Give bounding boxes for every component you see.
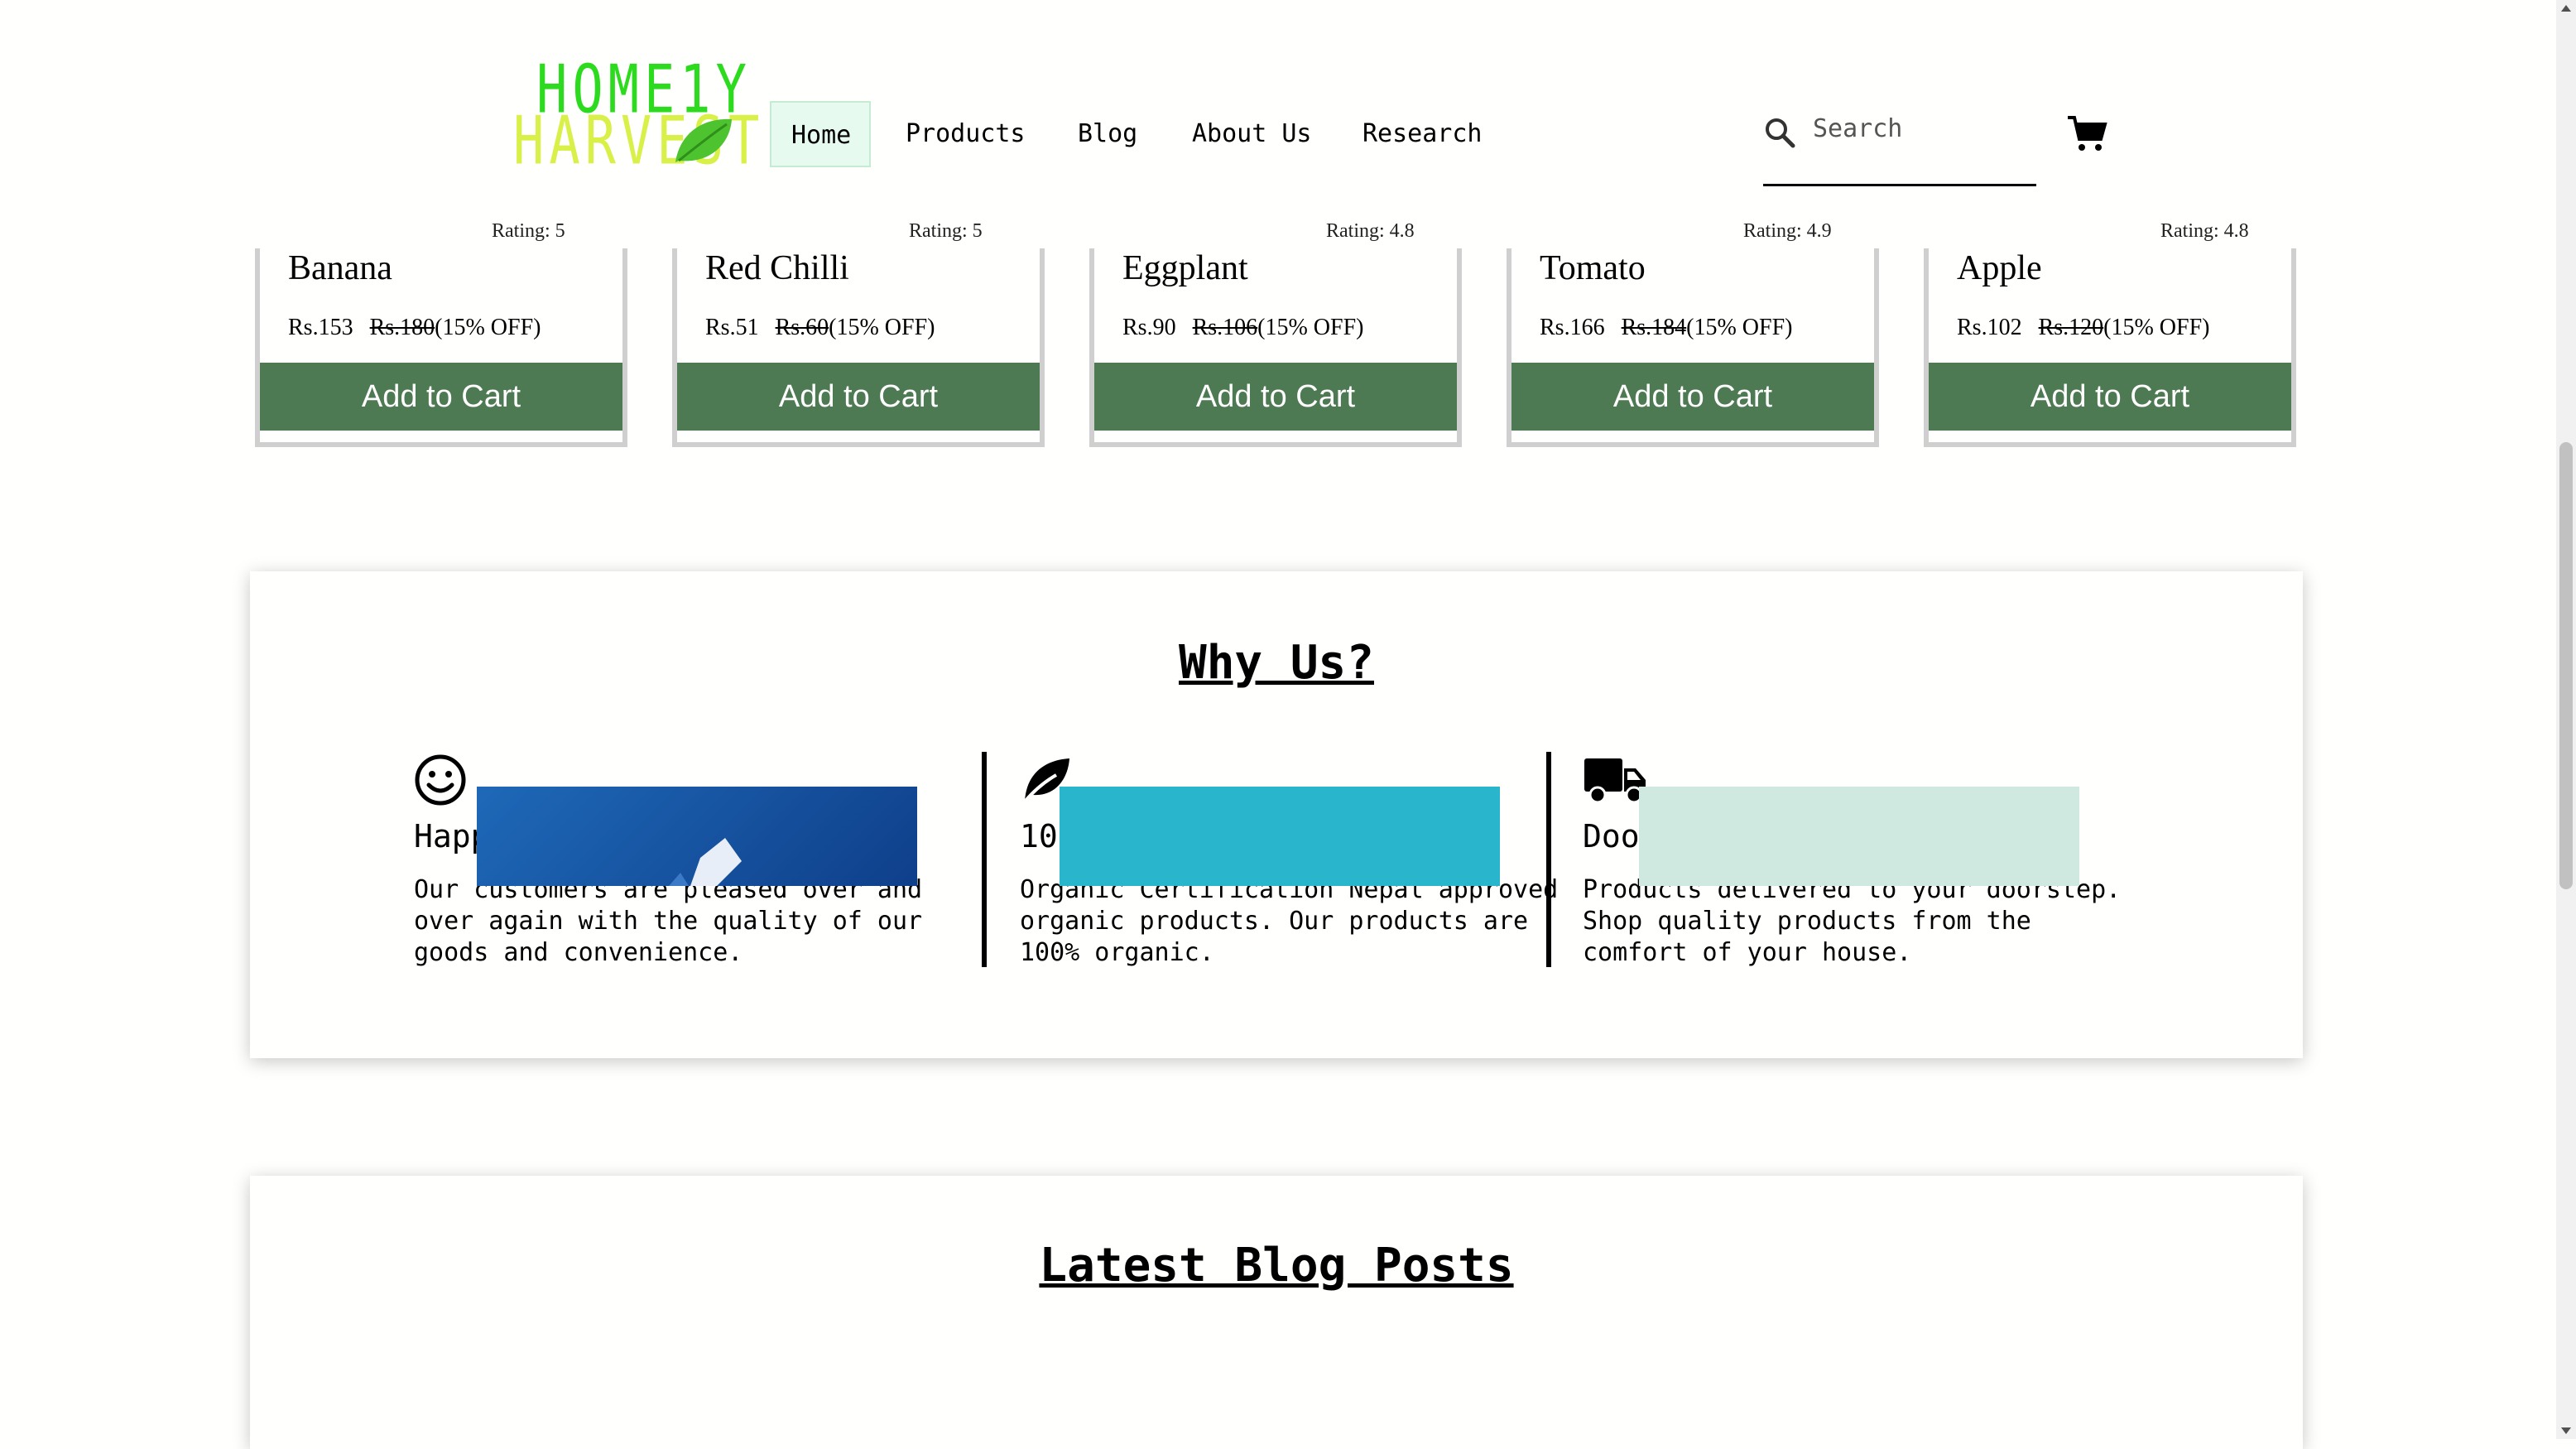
product-name: Banana bbox=[288, 249, 392, 287]
page-scrollbar[interactable] bbox=[2556, 0, 2576, 1439]
product-card[interactable]: Eggplant Rs.90 Rs.106(15% OFF) Add to Car… bbox=[1089, 248, 1462, 447]
old-price: Rs.184 bbox=[1621, 315, 1687, 340]
discount-label: (15% OFF) bbox=[829, 315, 935, 340]
blog-post-image[interactable] bbox=[477, 787, 917, 886]
feature-description: Our customers are pleased over and over … bbox=[414, 875, 923, 967]
product-price: Rs.90 Rs.106(15% OFF) bbox=[1122, 315, 1364, 341]
add-to-cart-button[interactable]: Add to Cart bbox=[260, 363, 622, 431]
add-to-cart-button[interactable]: Add to Cart bbox=[1094, 363, 1457, 431]
feature-divider bbox=[1546, 752, 1551, 967]
site-header: HOME1Y HARVEST Home Products Blog About … bbox=[0, 0, 2556, 199]
product-card[interactable]: Tomato Rs.166 Rs.184(15% OFF) Add to Cart bbox=[1507, 248, 1879, 447]
current-price: Rs.90 bbox=[1122, 315, 1176, 340]
scroll-down-arrow-icon[interactable] bbox=[2561, 1427, 2571, 1434]
product-name: Red Chilli bbox=[705, 249, 849, 287]
feature-divider bbox=[982, 752, 987, 967]
old-price: Rs.60 bbox=[775, 315, 829, 340]
nav-products[interactable]: Products bbox=[906, 101, 1026, 167]
feature-happy-customers: Happy Customers Our customers are please… bbox=[414, 753, 922, 967]
product-rating: Rating: 5 bbox=[909, 220, 983, 242]
current-price: Rs.51 bbox=[705, 315, 759, 340]
current-price: Rs.102 bbox=[1957, 315, 2022, 340]
blog-post-image[interactable] bbox=[1060, 787, 1500, 886]
current-price: Rs.153 bbox=[288, 315, 353, 340]
nav-about-us[interactable]: About Us bbox=[1192, 101, 1312, 167]
leaf-logo-icon bbox=[675, 118, 732, 162]
add-to-cart-button[interactable]: Add to Cart bbox=[677, 363, 1040, 431]
old-price: Rs.180 bbox=[369, 315, 435, 340]
blog-graphic-icon bbox=[669, 838, 742, 886]
discount-label: (15% OFF) bbox=[2103, 315, 2210, 340]
scroll-up-arrow-icon[interactable] bbox=[2561, 5, 2571, 12]
old-price: Rs.106 bbox=[1192, 315, 1258, 340]
product-rating: Rating: 4.8 bbox=[1326, 220, 1415, 242]
product-card[interactable]: Banana Rs.153 Rs.180(15% OFF) Add to Cart bbox=[255, 248, 627, 447]
feature-description: Products delivered to your doorstep. Sho… bbox=[1583, 875, 2122, 967]
why-us-title: Why Us? bbox=[1178, 636, 1374, 690]
scrollbar-thumb[interactable] bbox=[2559, 442, 2573, 889]
product-price: Rs.102 Rs.120(15% OFF) bbox=[1957, 315, 2210, 341]
product-card[interactable]: Red Chilli Rs.51 Rs.60(15% OFF) Add to Ca… bbox=[672, 248, 1045, 447]
blog-title: Latest Blog Posts bbox=[1039, 1239, 1514, 1293]
product-name: Eggplant bbox=[1122, 249, 1248, 287]
nav-home[interactable]: Home bbox=[770, 101, 871, 167]
product-price: Rs.153 Rs.180(15% OFF) bbox=[288, 315, 541, 341]
old-price: Rs.120 bbox=[2038, 315, 2104, 340]
cart-icon[interactable] bbox=[2066, 113, 2107, 154]
product-price: Rs.166 Rs.184(15% OFF) bbox=[1540, 315, 1793, 341]
truck-icon bbox=[1584, 758, 1646, 804]
brand-logo[interactable]: HOME1Y HARVEST bbox=[510, 46, 759, 180]
nav-research[interactable]: Research bbox=[1362, 101, 1483, 167]
search-box[interactable]: Search bbox=[1763, 101, 2036, 186]
search-input[interactable]: Search bbox=[1813, 114, 1902, 143]
add-to-cart-button[interactable]: Add to Cart bbox=[1511, 363, 1874, 431]
product-name: Tomato bbox=[1540, 249, 1646, 287]
blog-post-image[interactable] bbox=[1639, 787, 2079, 886]
smiley-icon bbox=[415, 754, 466, 806]
product-name: Apple bbox=[1957, 249, 2042, 287]
product-rating: Rating: 4.9 bbox=[1743, 220, 1832, 242]
nav-blog[interactable]: Blog bbox=[1078, 101, 1137, 167]
product-card[interactable]: Apple Rs.102 Rs.120(15% OFF) Add to Cart bbox=[1924, 248, 2296, 447]
search-icon[interactable] bbox=[1763, 116, 1796, 149]
add-to-cart-button[interactable]: Add to Cart bbox=[1929, 363, 2291, 431]
product-price: Rs.51 Rs.60(15% OFF) bbox=[705, 315, 935, 341]
discount-label: (15% OFF) bbox=[1686, 315, 1793, 340]
blog-section: Latest Blog Posts bbox=[250, 1176, 2303, 1449]
discount-label: (15% OFF) bbox=[435, 315, 541, 340]
discount-label: (15% OFF) bbox=[1257, 315, 1364, 340]
feature-doorstep-delivery: Doorstep Delivery Products delivered to … bbox=[1583, 753, 2121, 967]
current-price: Rs.166 bbox=[1540, 315, 1605, 340]
product-rating: Rating: 5 bbox=[492, 220, 565, 242]
feature-description: Organic Certification Nepal approved org… bbox=[1020, 875, 1559, 967]
product-rating: Rating: 4.8 bbox=[2160, 220, 2249, 242]
